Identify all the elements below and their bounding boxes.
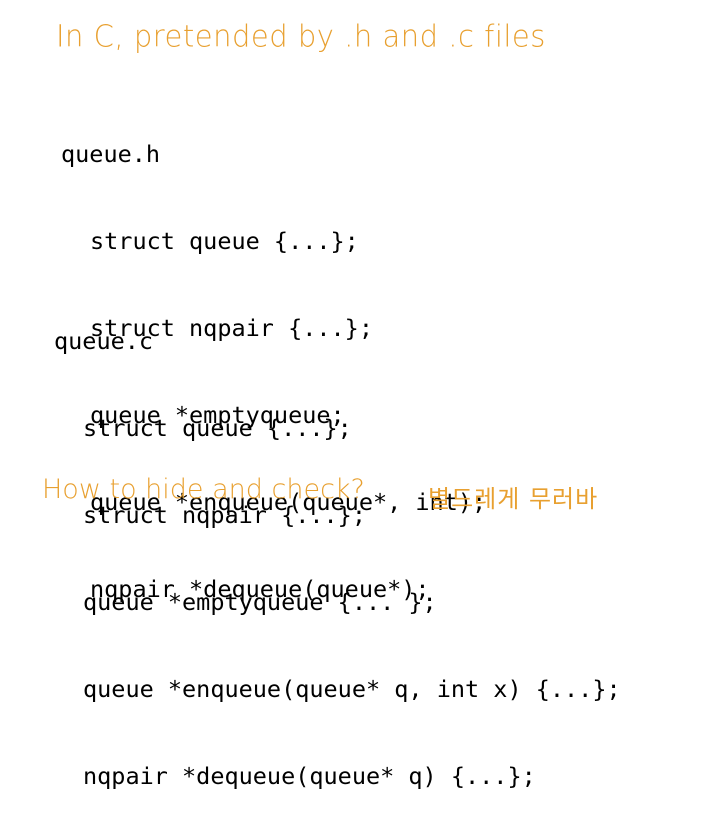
source-file-code-block: queue.c struct queue {...}; struct nqpai…	[54, 269, 621, 820]
question-text: How to hide and check?	[42, 474, 365, 505]
header-file-name: queue.h	[61, 140, 161, 168]
code-line: queue *enqueue(queue* q, int x) {...};	[83, 675, 621, 703]
slide-title: In C, pretended by .h and .c files	[56, 18, 546, 54]
code-line: queue *emptyqueue {... };	[83, 588, 437, 616]
code-line: struct queue {...};	[83, 414, 352, 442]
korean-note: 별드레게 무러바	[428, 485, 599, 513]
code-line: struct queue {...};	[90, 227, 359, 255]
source-file-name: queue.c	[54, 327, 154, 355]
code-line: nqpair *dequeue(queue* q) {...};	[83, 762, 536, 790]
